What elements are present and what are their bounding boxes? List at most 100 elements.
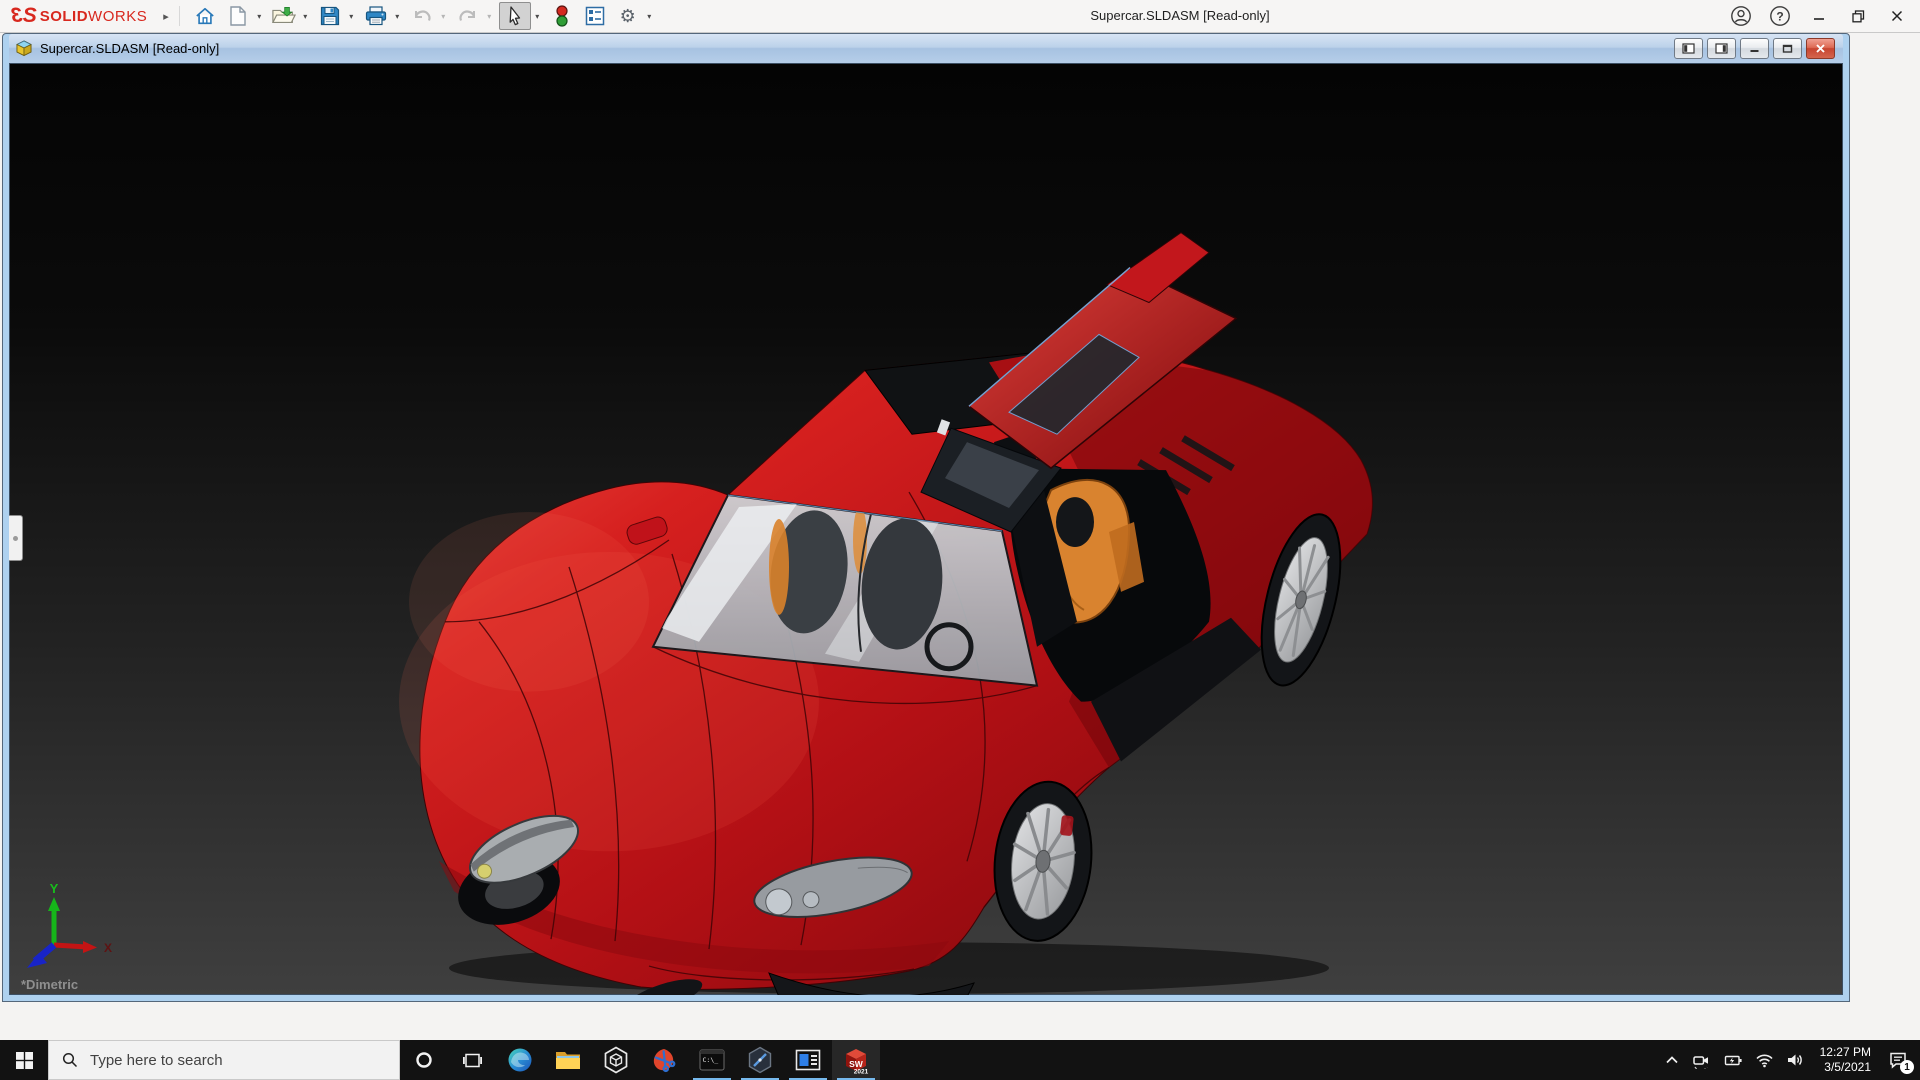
system-tray: 12:27 PM 3/5/2021 1: [1658, 1040, 1920, 1080]
taskbar-app-solidworks[interactable]: SW 2021: [832, 1040, 880, 1080]
car-model[interactable]: [9, 63, 1843, 995]
search-input[interactable]: [88, 1051, 372, 1070]
minimize-icon: [1812, 9, 1826, 23]
select-dropdown[interactable]: ▾: [531, 3, 544, 29]
save-button[interactable]: [315, 3, 345, 29]
feature-manager-collapsed-tab[interactable]: [9, 515, 23, 561]
new-document-button[interactable]: [223, 3, 253, 29]
command-prompt-icon: C:\_: [699, 1049, 725, 1071]
close-doc-icon: [1815, 44, 1826, 53]
minimize-window-button[interactable]: [1804, 2, 1834, 30]
close-window-button[interactable]: [1882, 2, 1912, 30]
command-prompt-text: C:\_: [703, 1056, 719, 1064]
select-cursor-icon: [506, 6, 524, 26]
document-window-controls: [1674, 38, 1835, 59]
solidworks-logo-text: SOLIDWORKS: [40, 8, 148, 25]
search-icon: [62, 1052, 78, 1068]
options-button[interactable]: ⚙: [613, 3, 643, 29]
volume-indicator[interactable]: [1780, 1040, 1811, 1080]
svg-text:?: ?: [1776, 10, 1783, 24]
document-titlebar[interactable]: Supercar.SLDASM [Read-only]: [9, 34, 1843, 63]
solidworks-icon-year: 2021: [854, 1069, 869, 1075]
start-button[interactable]: [0, 1040, 48, 1080]
action-center-button[interactable]: 1: [1880, 1040, 1920, 1080]
taskbar-app-window-panel[interactable]: [784, 1040, 832, 1080]
taskbar-app-command-prompt[interactable]: C:\_: [688, 1040, 736, 1080]
new-document-dropdown[interactable]: ▾: [253, 3, 266, 29]
home-button[interactable]: [190, 3, 220, 29]
meet-now-button[interactable]: [1686, 1040, 1717, 1080]
taskbar-app-scissors[interactable]: [640, 1040, 688, 1080]
solidworks-icon-letters: SW: [849, 1059, 864, 1069]
hexagon-shield-app-icon: [747, 1046, 773, 1074]
options-dropdown[interactable]: ▾: [643, 3, 656, 29]
right-pane-icon: [1715, 43, 1728, 54]
open-dropdown[interactable]: ▾: [299, 3, 312, 29]
clock[interactable]: 12:27 PM 3/5/2021: [1811, 1045, 1880, 1075]
clock-time: 12:27 PM: [1820, 1045, 1871, 1060]
view-orientation-label: *Dimetric: [21, 977, 78, 992]
open-button[interactable]: [269, 3, 299, 29]
task-view-icon: [463, 1052, 482, 1069]
restore-document-button[interactable]: [1773, 38, 1802, 59]
close-document-button[interactable]: [1806, 38, 1835, 59]
triad-y-label: Y: [50, 881, 59, 896]
minimize-document-button[interactable]: [1740, 38, 1769, 59]
taskbar-app-hexagon-cube[interactable]: [592, 1040, 640, 1080]
help-button[interactable]: ?: [1765, 2, 1795, 30]
battery-indicator[interactable]: [1717, 1040, 1749, 1080]
cortana-icon: [415, 1051, 433, 1069]
document-title: Supercar.SLDASM [Read-only]: [40, 41, 219, 56]
file-properties-button[interactable]: [580, 3, 610, 29]
orientation-triad[interactable]: Y X: [21, 867, 125, 979]
task-view-button[interactable]: [448, 1040, 496, 1080]
redo-icon: [457, 7, 479, 25]
battery-charging-icon: [1723, 1053, 1743, 1068]
undo-button[interactable]: [407, 3, 437, 29]
graphics-area[interactable]: Y X *Dimetric: [9, 63, 1843, 995]
redo-dropdown[interactable]: ▾: [483, 3, 496, 29]
undo-dropdown[interactable]: ▾: [437, 3, 450, 29]
windows-logo-icon: [16, 1052, 33, 1069]
scissors-app-icon: [651, 1047, 677, 1073]
show-left-pane-button[interactable]: [1674, 38, 1703, 59]
tray-overflow-button[interactable]: [1658, 1040, 1686, 1080]
open-folder-icon: [272, 6, 296, 26]
hexagon-cube-app-icon: [603, 1046, 629, 1074]
save-icon: [320, 6, 340, 26]
restore-icon: [1851, 9, 1866, 24]
properties-list-icon: [585, 6, 605, 26]
wifi-indicator[interactable]: [1749, 1040, 1780, 1080]
menu-flyout-arrow[interactable]: ▸: [163, 10, 169, 23]
account-button[interactable]: [1726, 2, 1756, 30]
rebuild-button[interactable]: [547, 3, 577, 29]
cortana-button[interactable]: [400, 1040, 448, 1080]
quick-access-toolbar: ▾ ▾ ▾: [190, 0, 659, 32]
clock-date: 3/5/2021: [1824, 1060, 1871, 1075]
settings-gear-icon: ⚙: [620, 7, 636, 25]
minimize-doc-icon: [1749, 44, 1760, 53]
taskbar-search[interactable]: [48, 1040, 400, 1080]
solidworks-logo: 3S SOLIDWORKS: [12, 4, 147, 28]
chevron-up-icon: [1664, 1053, 1680, 1067]
redo-button[interactable]: [453, 3, 483, 29]
volume-icon: [1786, 1052, 1805, 1068]
toolbar-separator: [179, 6, 180, 26]
restore-doc-icon: [1782, 44, 1793, 53]
notification-badge: 1: [1900, 1060, 1914, 1074]
print-button[interactable]: [361, 3, 391, 29]
show-right-pane-button[interactable]: [1707, 38, 1736, 59]
taskbar-app-file-explorer[interactable]: [544, 1040, 592, 1080]
print-dropdown[interactable]: ▾: [391, 3, 404, 29]
file-explorer-icon: [555, 1049, 581, 1071]
left-pane-icon: [1682, 43, 1695, 54]
meet-now-camera-icon: [1692, 1052, 1711, 1069]
app-window-title: Supercar.SLDASM [Read-only]: [1020, 0, 1340, 32]
save-dropdown[interactable]: ▾: [345, 3, 358, 29]
new-document-icon: [229, 6, 247, 26]
pane-tab-grip-icon: [13, 536, 18, 541]
taskbar-app-edge[interactable]: [496, 1040, 544, 1080]
restore-window-button[interactable]: [1843, 2, 1873, 30]
taskbar-app-hexagon-shield[interactable]: [736, 1040, 784, 1080]
select-button[interactable]: [499, 2, 531, 30]
